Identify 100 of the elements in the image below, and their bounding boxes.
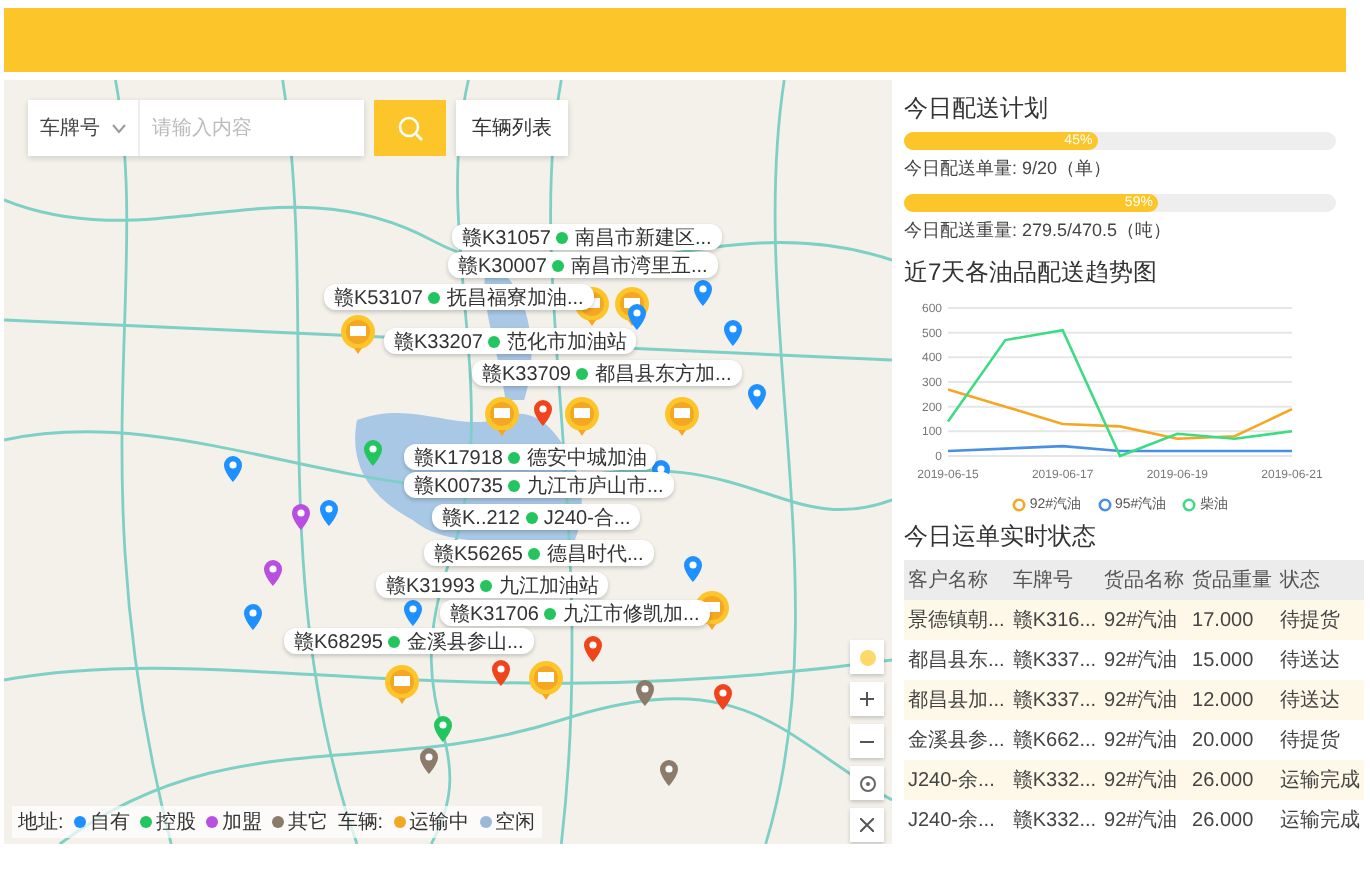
table-cell: 待提货 <box>1276 600 1365 640</box>
map-pin-icon[interactable] <box>364 440 382 466</box>
map-pin-icon[interactable] <box>636 680 654 706</box>
table-cell: J240-余... <box>904 760 1009 800</box>
plate-number: 赣K30007 <box>458 253 547 279</box>
table-cell: 92#汽油 <box>1100 680 1189 720</box>
location-text: 九江市修凯加... <box>562 601 700 627</box>
plus-icon <box>860 692 874 706</box>
table-cell: 赣K337... <box>1008 680 1101 720</box>
truck-marker-icon[interactable] <box>664 396 700 436</box>
map-pin-icon[interactable] <box>292 504 310 530</box>
location-dot-icon <box>859 649 875 665</box>
table-cell: 运输完成 <box>1276 760 1365 800</box>
zoom-out-button[interactable] <box>850 724 884 758</box>
search-field[interactable]: 车牌号 请输入内容 <box>28 100 364 156</box>
legend-label: 控股 <box>155 810 196 836</box>
map-pin-icon[interactable] <box>628 304 646 330</box>
map-pin-icon[interactable] <box>684 556 702 582</box>
location-text: 都昌县东方加... <box>594 361 732 387</box>
map-pin-icon[interactable] <box>748 384 766 410</box>
legend-label: 自有 <box>89 810 130 836</box>
progress-caption: 今日配送单量: 9/20（单） <box>904 156 1114 182</box>
table-cell: 92#汽油 <box>1100 720 1189 760</box>
map-pin-icon[interactable] <box>224 456 242 482</box>
table-cell: 赣K316... <box>1008 600 1101 640</box>
section-title: 今日运单实时状态 <box>904 520 1098 554</box>
table-cell: 都昌县加... <box>904 680 1009 720</box>
location-text: 范化市加油站 <box>506 329 627 355</box>
compass-icon <box>859 775 875 791</box>
column-header: 货品重量 <box>1188 560 1277 600</box>
location-text: 南昌市湾里五... <box>570 253 708 279</box>
map-pin-icon[interactable] <box>320 500 338 526</box>
location-text: 九江加油站 <box>498 573 599 599</box>
table-cell: 17.000 <box>1188 600 1277 640</box>
table-cell: 20.000 <box>1188 720 1277 760</box>
map-pin-icon[interactable] <box>714 684 732 710</box>
table-cell: 都昌县东... <box>904 640 1009 680</box>
table-cell: 26.000 <box>1188 760 1277 800</box>
cross-icon <box>860 818 874 832</box>
legend-title: 车辆: <box>337 809 384 836</box>
legend-title: 地址: <box>18 809 64 836</box>
search-icon <box>397 115 423 141</box>
legend-label: 运输中 <box>409 809 470 836</box>
map-pin-icon[interactable] <box>694 280 712 306</box>
location-text: 抚昌福寮加油... <box>446 285 584 311</box>
truck-marker-icon[interactable] <box>564 396 600 436</box>
plate-number: 赣K68295 <box>294 629 383 655</box>
legend-label: 空闲 <box>495 809 536 836</box>
map-pin-icon[interactable] <box>264 560 282 586</box>
location-text: 德安中城加油 <box>526 445 647 471</box>
map-pin-icon[interactable] <box>724 320 742 346</box>
table-cell: 92#汽油 <box>1100 600 1189 640</box>
section-title: 近7天各油品配送趋势图 <box>904 256 1160 290</box>
plate-number: 赣K33709 <box>482 361 571 387</box>
map-pin-icon[interactable] <box>660 760 678 786</box>
plate-number: 赣K31057 <box>462 225 551 251</box>
table-cell: 15.000 <box>1188 640 1277 680</box>
table-cell: 待提货 <box>1276 720 1365 760</box>
table-cell: 金溪县参... <box>904 720 1009 760</box>
map-pin-icon[interactable] <box>434 716 452 742</box>
fullscreen-button[interactable] <box>850 808 884 842</box>
column-header: 状态 <box>1276 560 1365 600</box>
map-pin-icon[interactable] <box>534 400 552 426</box>
map-pin-icon[interactable] <box>584 636 602 662</box>
plate-number: 赣K31706 <box>450 601 539 627</box>
truck-marker-icon[interactable] <box>484 396 520 436</box>
plate-number: 赣K33207 <box>394 329 483 355</box>
truck-marker-icon[interactable] <box>528 660 564 700</box>
section-title: 今日配送计划 <box>904 92 1050 126</box>
minus-icon <box>860 739 874 743</box>
caret-icon <box>112 123 126 133</box>
plate-number: 赣K..212 <box>442 505 520 531</box>
plate-number: 赣K17918 <box>414 445 503 471</box>
compass-button[interactable] <box>850 766 884 800</box>
column-header: 车牌号 <box>1008 560 1101 600</box>
map-pin-icon[interactable] <box>420 748 438 774</box>
map-pin-icon[interactable] <box>244 604 262 630</box>
plate-number: 赣K31993 <box>386 573 475 599</box>
map-pin-icon[interactable] <box>404 600 422 626</box>
plate-number: 赣K00735 <box>414 473 503 499</box>
column-header: 货品名称 <box>1100 560 1189 600</box>
table-cell: 景德镇朝... <box>904 600 1009 640</box>
plate-number: 赣K56265 <box>434 541 523 567</box>
map-pin-icon[interactable] <box>492 660 510 686</box>
table-cell: 待送达 <box>1276 640 1365 680</box>
table-cell: 92#汽油 <box>1100 760 1189 800</box>
location-text: 九江市庐山市... <box>526 473 664 499</box>
legend-label: 其它 <box>287 809 328 836</box>
table-cell: 赣K337... <box>1008 640 1101 680</box>
vehicle-list-button[interactable]: 车辆列表 <box>456 100 568 156</box>
truck-marker-icon[interactable] <box>340 314 376 354</box>
location-text: J240-合... <box>543 505 631 531</box>
location-text: 金溪县参山... <box>406 629 524 655</box>
table-cell: 赣K662... <box>1008 720 1101 760</box>
location-text: 德昌时代... <box>546 541 644 567</box>
table-cell: 待送达 <box>1276 680 1365 720</box>
zoom-in-button[interactable] <box>850 682 884 716</box>
truck-marker-icon[interactable] <box>384 664 420 704</box>
table-cell: 12.000 <box>1188 680 1277 720</box>
column-header: 客户名称 <box>904 560 1009 600</box>
